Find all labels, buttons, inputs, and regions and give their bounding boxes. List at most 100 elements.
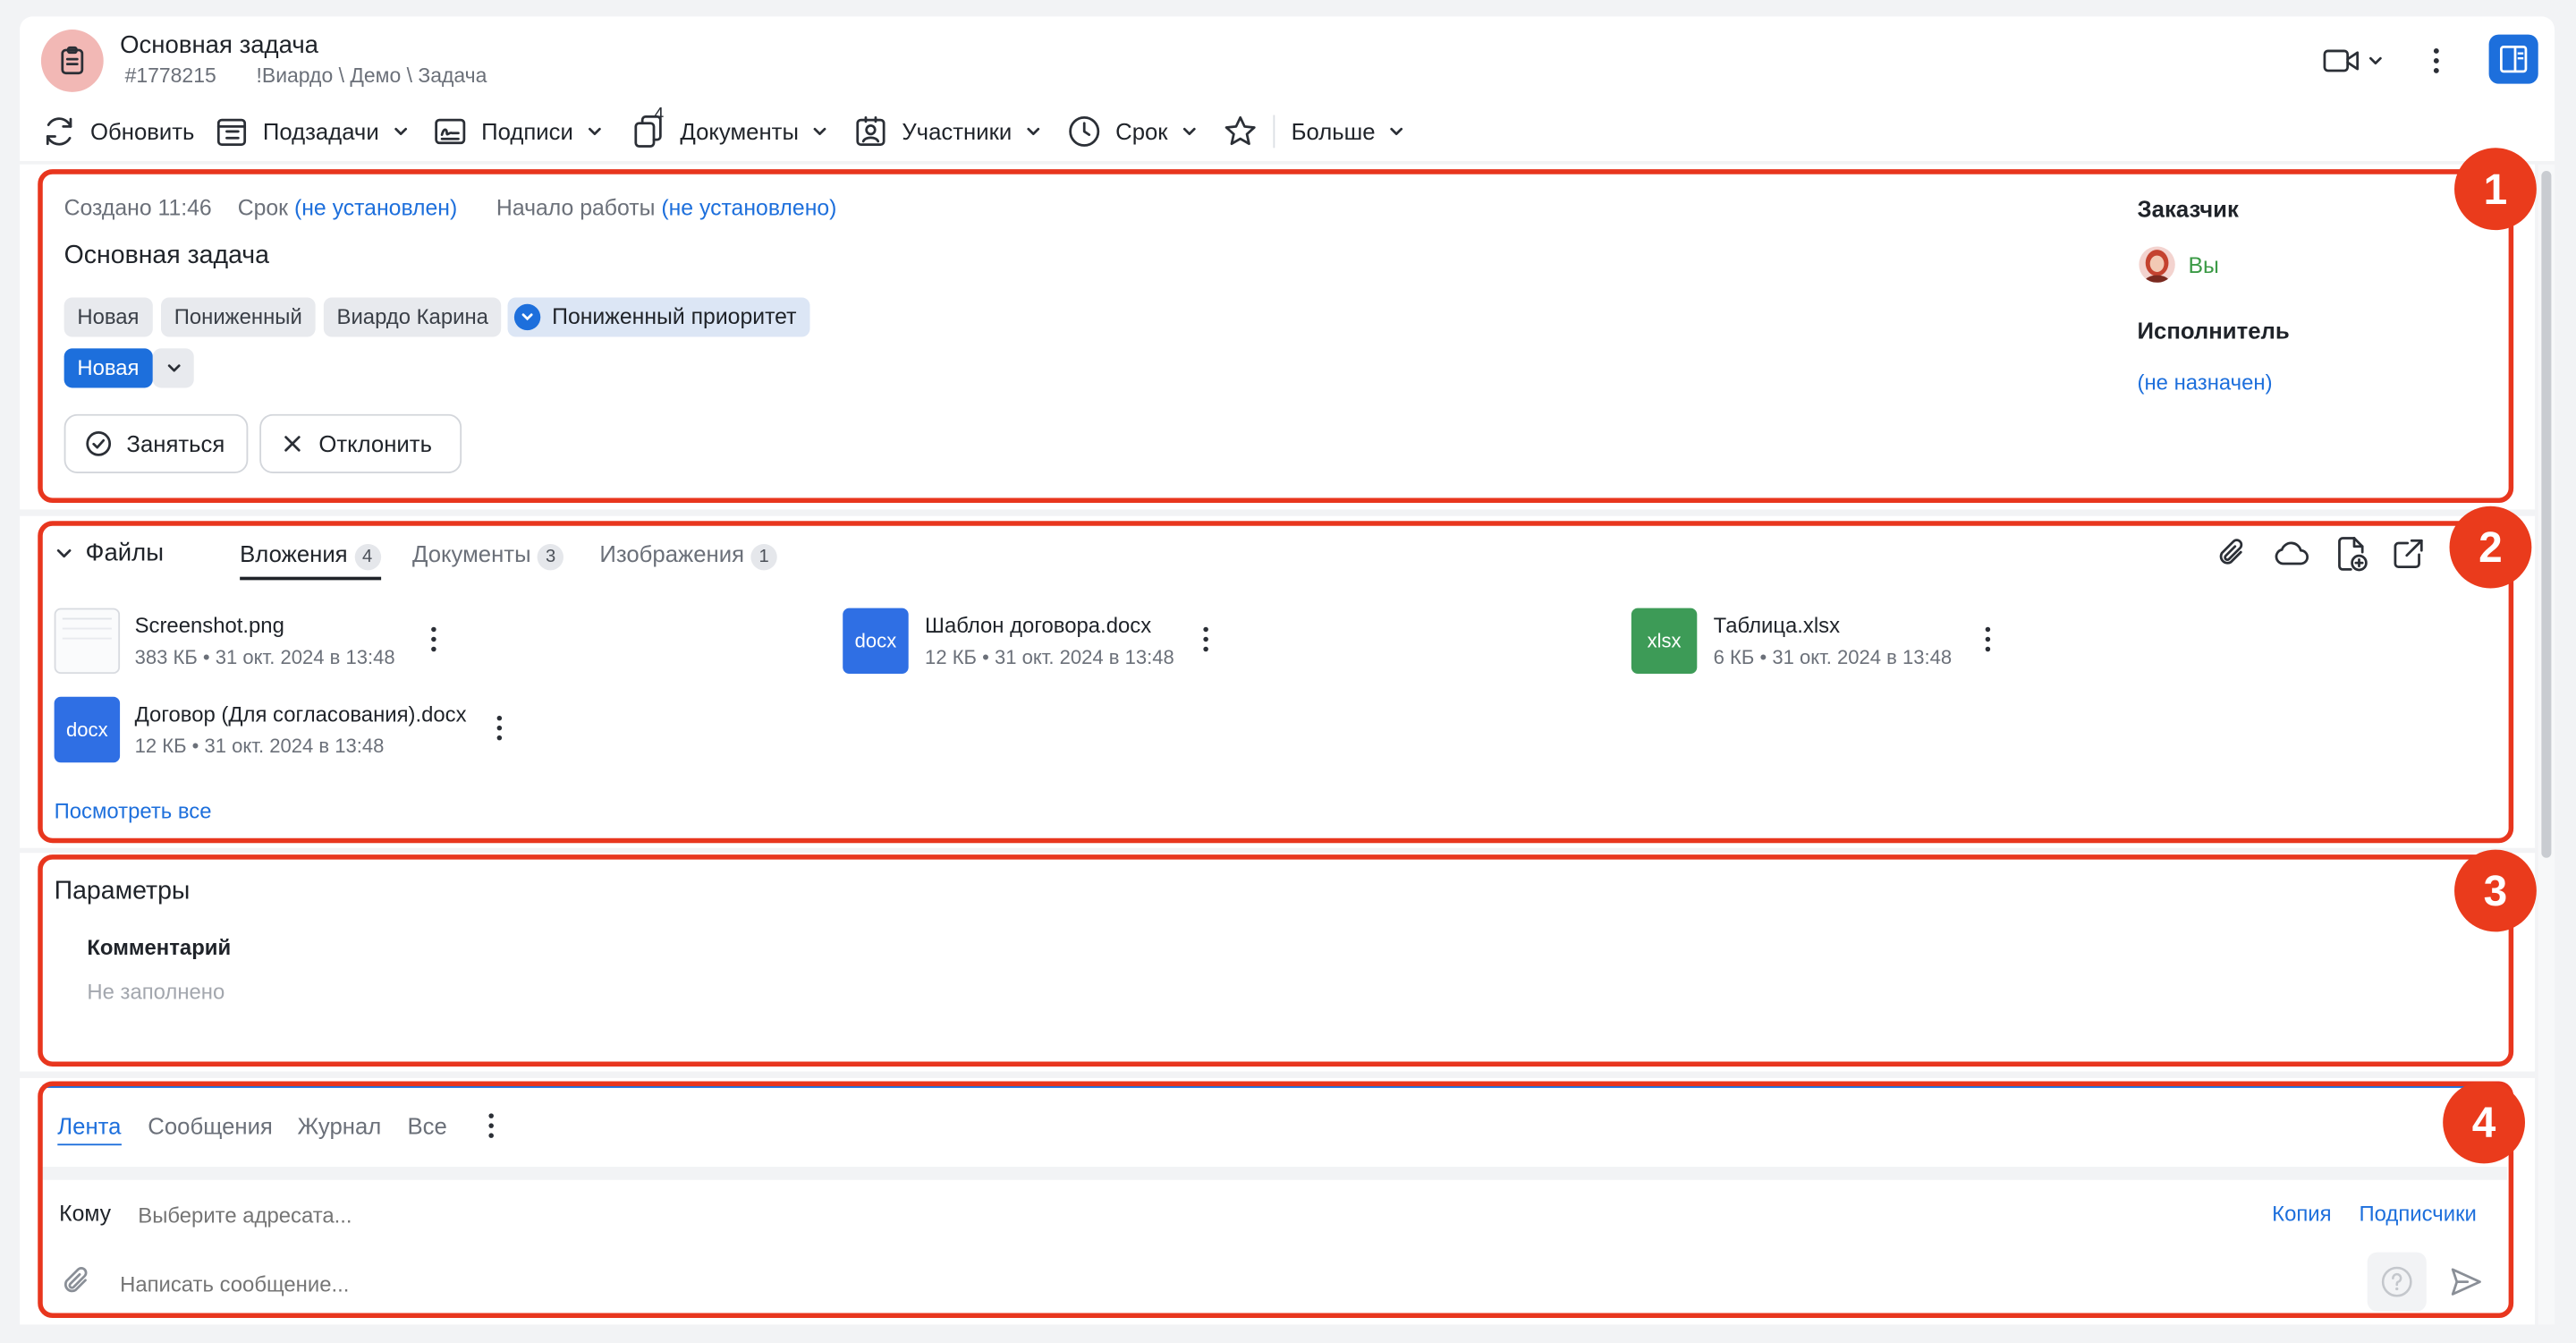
external-link-icon[interactable] (2390, 536, 2426, 572)
chevron-down-icon (2368, 56, 2382, 65)
clock-icon (1069, 115, 1100, 147)
check-circle-icon (86, 431, 112, 456)
file-name[interactable]: Screenshot.png (135, 613, 284, 638)
chevron-down-icon (1027, 127, 1039, 136)
copy-link[interactable]: Копия (2272, 1202, 2331, 1227)
breadcrumb[interactable]: !Виардо \ Демо \ Задача (257, 64, 487, 88)
refresh-button[interactable]: Обновить (41, 108, 195, 154)
status-dropdown-button[interactable] (152, 348, 194, 388)
tab-images[interactable]: Изображения 1 (599, 540, 777, 571)
scrollbar-thumb[interactable] (2541, 171, 2552, 858)
more-vertical-icon[interactable] (2431, 46, 2441, 75)
participants-icon (856, 115, 886, 147)
refresh-icon (46, 117, 72, 146)
file-name[interactable]: Шаблон договора.docx (925, 613, 1151, 638)
customer-label: Заказчик (2137, 195, 2239, 222)
more-vertical-icon[interactable] (430, 626, 436, 652)
subtasks-button[interactable]: Подзадачи (214, 108, 409, 154)
paperclip-icon[interactable] (59, 1263, 95, 1299)
help-button[interactable] (2367, 1252, 2427, 1312)
more-vertical-icon[interactable] (1985, 626, 1991, 652)
files-collapse-toggle[interactable]: Файлы (55, 539, 165, 567)
subscribers-link[interactable]: Подписчики (2360, 1202, 2477, 1227)
docx-file-icon[interactable]: docx (843, 608, 909, 675)
more-label: Больше (1291, 118, 1376, 145)
avatar (2139, 246, 2175, 283)
reject-button[interactable]: Отклонить (259, 413, 462, 473)
file-meta: 12 КБ • 31 окт. 2024 в 13:48 (925, 645, 1174, 669)
participants-button[interactable]: Участники (852, 108, 1041, 154)
task-type-icon (40, 30, 104, 92)
xlsx-file-icon[interactable]: xlsx (1631, 608, 1698, 675)
file-meta: 383 КБ • 31 окт. 2024 в 13:48 (134, 645, 395, 669)
take-task-button[interactable]: Заняться (64, 413, 249, 473)
signature-icon (435, 118, 466, 145)
task-id[interactable]: #1778215 (125, 64, 216, 88)
tab-messages[interactable]: Сообщения (148, 1112, 273, 1138)
tag[interactable]: Пониженный (160, 297, 316, 337)
deadline-label: Срок (237, 195, 289, 221)
video-call-button[interactable] (2321, 46, 2384, 75)
star-icon (1224, 115, 1256, 146)
tab-documents[interactable]: Документы 3 (412, 540, 564, 571)
task-title[interactable]: Основная задача (64, 242, 269, 271)
more-button[interactable]: Больше (1292, 108, 1405, 154)
comment-value[interactable]: Не заполнено (87, 980, 225, 1005)
files-title: Файлы (85, 539, 165, 567)
send-icon[interactable] (2448, 1263, 2484, 1299)
tab-count: 1 (750, 543, 777, 571)
start-value[interactable]: (не установлено) (661, 196, 836, 221)
documents-button[interactable]: 4 Документы (631, 106, 828, 154)
executor-value[interactable]: (не назначен) (2138, 370, 2273, 395)
priority-label: Пониженный приоритет (552, 303, 797, 329)
tag[interactable]: Новая (64, 297, 153, 337)
more-vertical-icon[interactable] (1202, 626, 1208, 652)
favorite-button[interactable] (1223, 108, 1258, 154)
tab-all[interactable]: Все (408, 1112, 447, 1138)
scrollbar-track[interactable] (2538, 164, 2555, 1325)
recipient-input[interactable] (138, 1197, 1288, 1231)
signatures-button[interactable]: Подписи (432, 108, 603, 154)
add-file-icon[interactable] (2333, 534, 2368, 574)
deadline-button[interactable]: Срок (1066, 108, 1198, 154)
documents-label: Документы (680, 118, 799, 145)
recipient-label: Кому (59, 1201, 112, 1227)
participants-label: Участники (902, 118, 1013, 145)
customer-value[interactable]: Вы (2188, 253, 2218, 278)
file-meta: 6 КБ • 31 окт. 2024 в 13:48 (1713, 645, 1953, 669)
annotation-badge-4: 4 (2443, 1081, 2526, 1164)
docx-file-icon[interactable]: docx (54, 696, 121, 763)
message-input[interactable] (120, 1267, 1599, 1300)
status-badge[interactable]: Новая (64, 348, 153, 388)
priority-tag[interactable]: Пониженный приоритет (507, 297, 810, 337)
tab-count: 3 (537, 543, 564, 571)
more-vertical-icon[interactable] (496, 715, 503, 741)
paperclip-icon[interactable] (2215, 536, 2250, 572)
subtasks-label: Подзадачи (262, 118, 379, 145)
tab-label: Документы (412, 540, 531, 567)
cloud-icon[interactable] (2272, 536, 2311, 572)
more-vertical-icon[interactable] (487, 1112, 494, 1138)
file-name[interactable]: Договор (Для согласования).docx (135, 701, 467, 727)
reject-label: Отклонить (318, 430, 432, 457)
annotation-badge-3: 3 (2454, 849, 2537, 932)
panel-toggle-button[interactable] (2488, 34, 2538, 84)
chevron-down-icon (588, 127, 601, 136)
task-card: Основная задача #1778215 !Виардо \ Демо … (0, 0, 2576, 1343)
chevron-down-icon (56, 548, 72, 557)
tab-label: Вложения (240, 540, 348, 567)
annotation-badge-1: 1 (2454, 148, 2537, 231)
deadline-label: Срок (1115, 118, 1168, 145)
parameters-title: Параметры (54, 877, 191, 906)
tag[interactable]: Виардо Карина (323, 297, 502, 337)
feed-top-border (42, 1084, 2507, 1088)
tab-journal[interactable]: Журнал (297, 1112, 381, 1138)
view-all-link[interactable]: Посмотреть все (55, 799, 212, 824)
tab-attachments[interactable]: Вложения 4 (240, 540, 381, 581)
comment-label: Комментарий (87, 935, 232, 960)
deadline-value[interactable]: (не установлен) (294, 196, 457, 221)
tab-feed[interactable]: Лента (57, 1112, 122, 1146)
sidebar-layout-icon (2499, 45, 2528, 73)
image-thumbnail[interactable] (54, 608, 121, 675)
file-name[interactable]: Таблица.xlsx (1714, 613, 1840, 638)
